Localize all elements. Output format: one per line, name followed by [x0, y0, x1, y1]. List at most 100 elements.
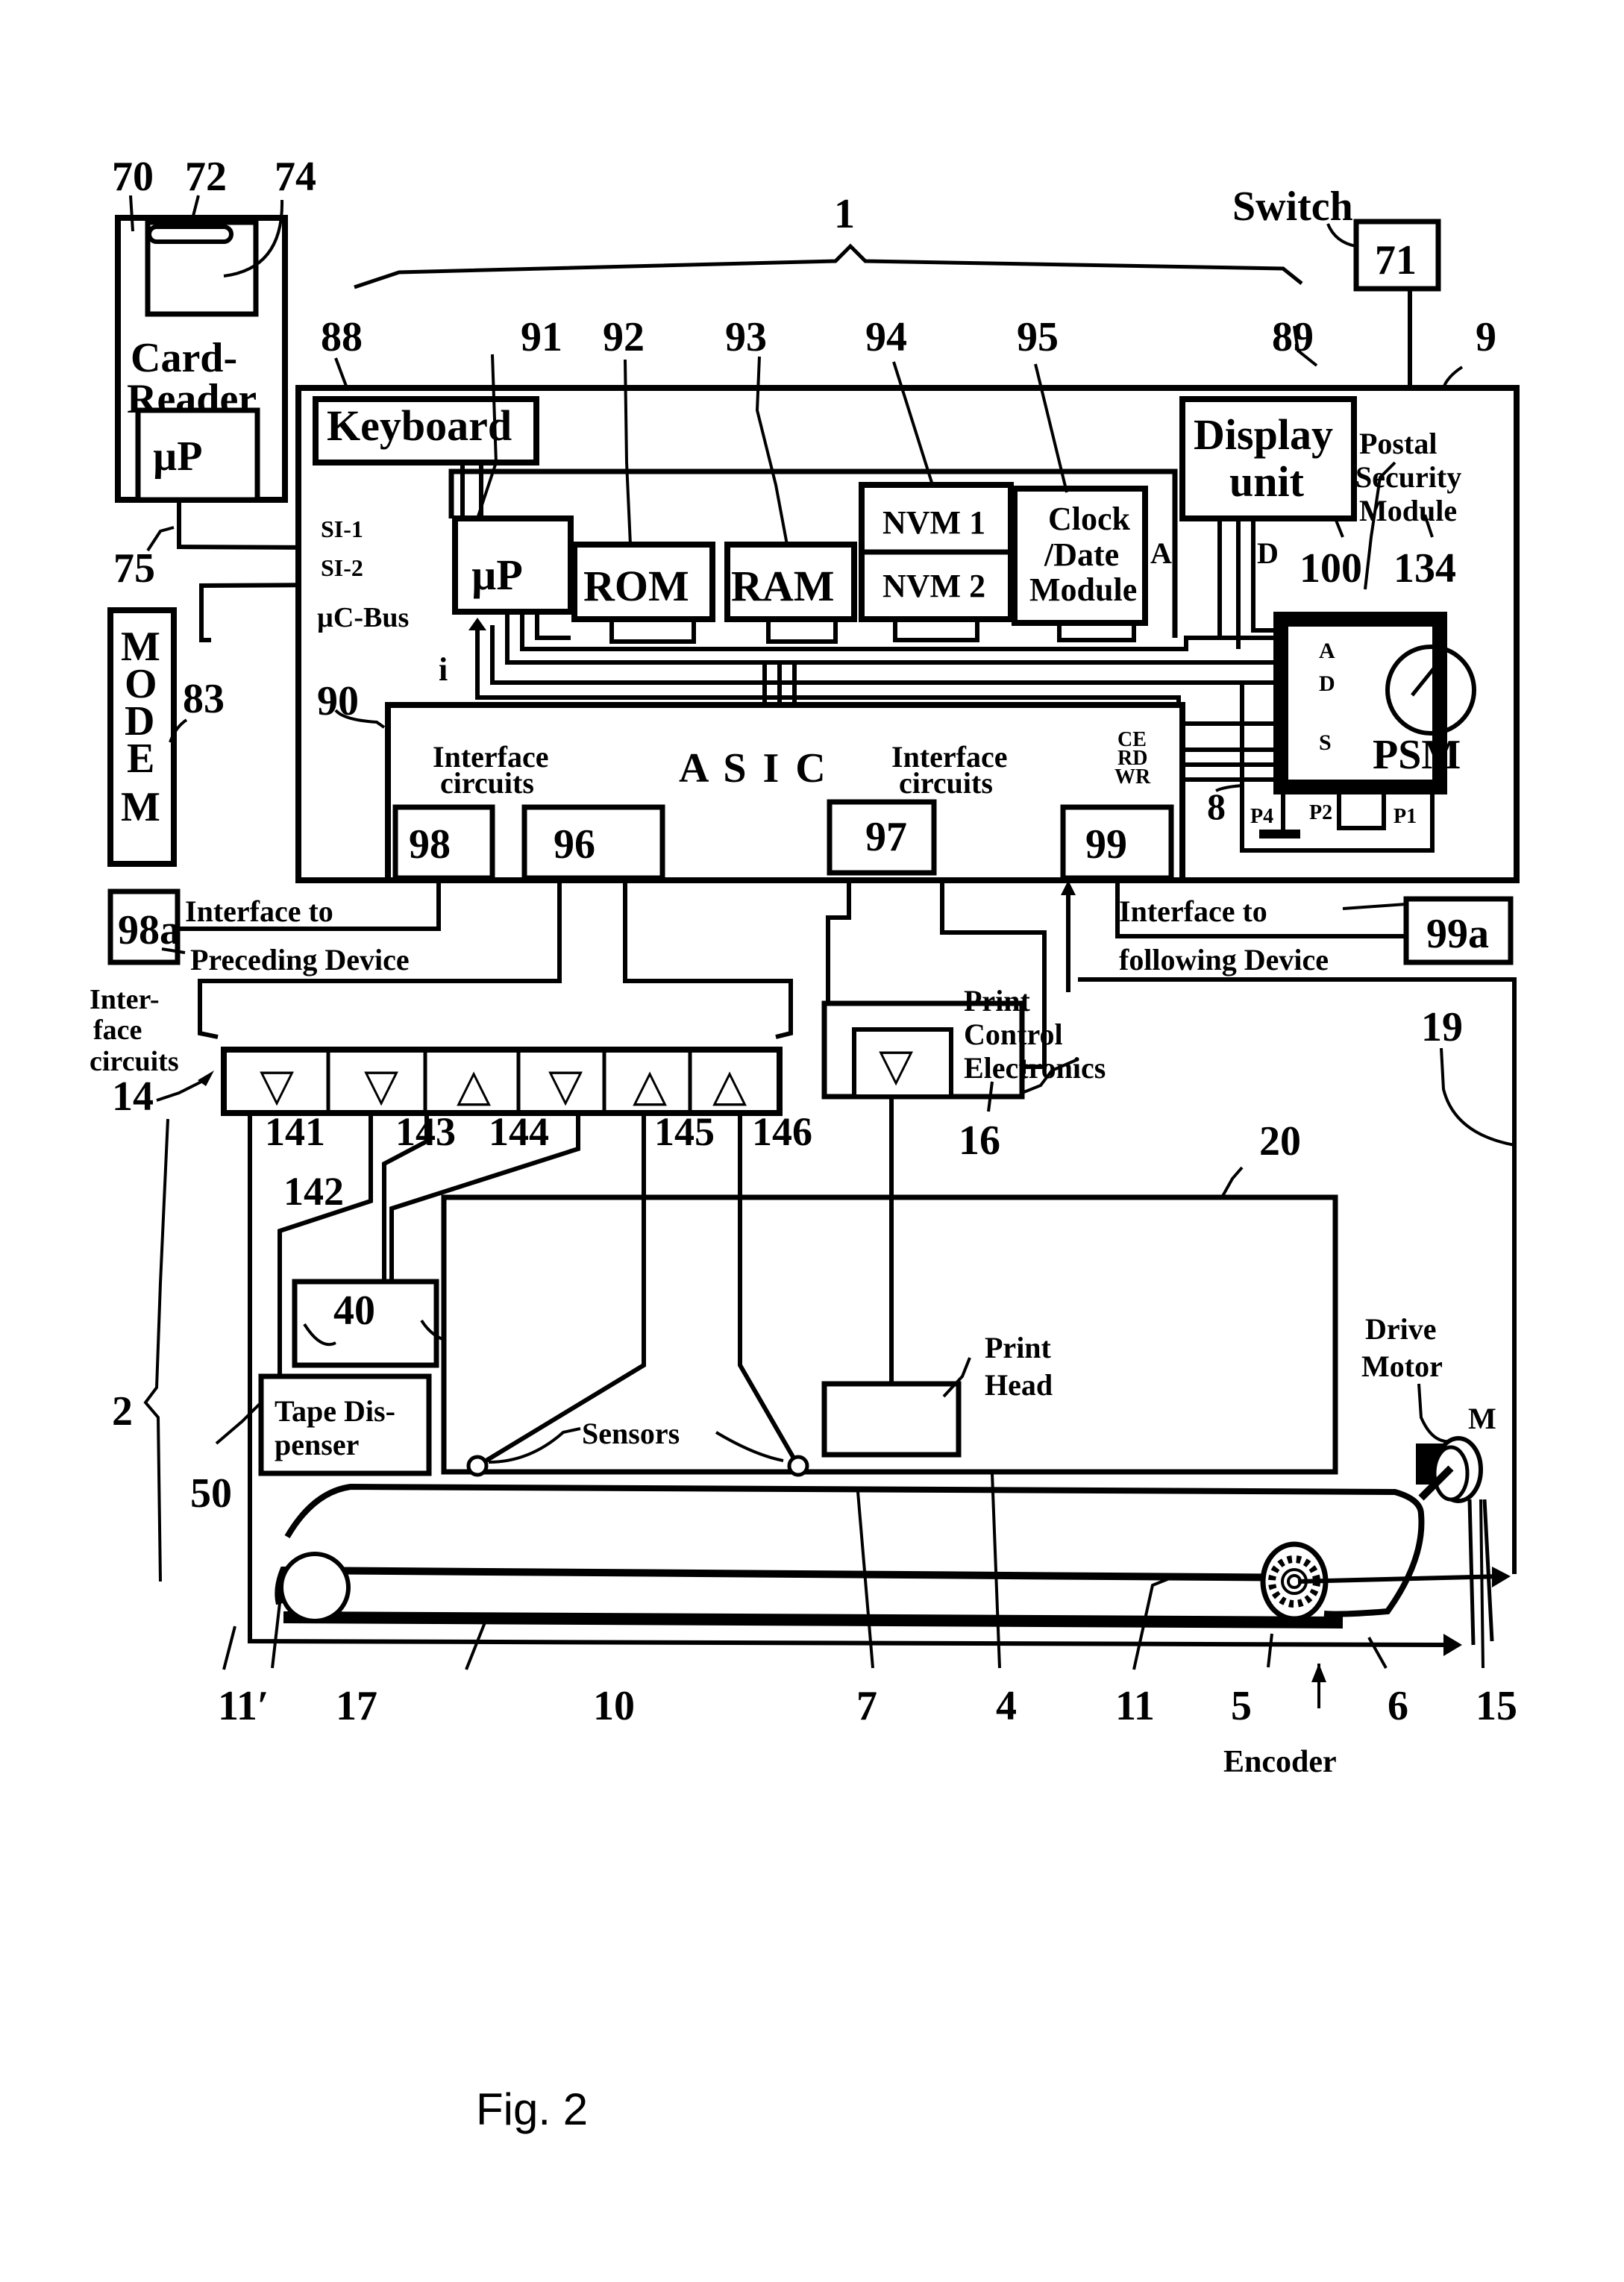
ref-label: 11′: [218, 1683, 269, 1729]
interface-following-label: Interface to: [1119, 894, 1267, 928]
ref-label: 92: [603, 314, 645, 360]
driver-down-icon: ▽: [879, 1041, 913, 1090]
nvm1-label: NVM 1: [882, 504, 985, 541]
encoder-arrow-icon: [1311, 1664, 1326, 1682]
ref-label: 145: [654, 1109, 715, 1154]
ref-label: 88: [321, 314, 363, 360]
keyboard-block[interactable]: Keyboard: [313, 396, 539, 466]
nvm-block[interactable]: NVM 1 NVM 2: [859, 482, 1014, 622]
ref-label: 71: [1375, 237, 1417, 283]
ram-block[interactable]: RAM: [724, 542, 857, 622]
print-control-label: Control: [964, 1018, 1063, 1051]
ref-label: 98a: [118, 907, 181, 953]
ref-label: 141: [265, 1109, 325, 1154]
drive-motor-label: Motor: [1361, 1350, 1443, 1383]
ref-label: 17: [336, 1683, 377, 1729]
display-label: unit: [1229, 457, 1305, 506]
ref-label: 40: [333, 1288, 375, 1334]
interface-circuits-label: circuits: [899, 766, 993, 800]
psm-port-label: P2: [1309, 801, 1332, 824]
interface-preceding-label: Interface to: [185, 894, 333, 928]
sensor-icon: [466, 1455, 489, 1477]
microprocessor-label: µP: [471, 551, 523, 599]
ref-label: 14: [112, 1073, 154, 1120]
ref-label: 50: [190, 1470, 232, 1517]
psm-label: PSM: [1373, 732, 1461, 778]
driver-down-icon: ▽: [548, 1061, 583, 1110]
ref-label: 4: [996, 1683, 1017, 1729]
card-reader-label: Card-: [131, 335, 237, 381]
ref-label: 96: [554, 821, 595, 868]
psm-pin-label: D: [1319, 671, 1335, 696]
psm-caption: Security: [1355, 460, 1461, 494]
patent-block-diagram: 1 Card- Reader µP 70 72 74 75 Switch 71 …: [90, 154, 1520, 2134]
print-control-label: Electronics: [964, 1051, 1106, 1085]
ref-label: 74: [275, 154, 316, 200]
interrupt-label: i: [439, 651, 448, 688]
encoder-label: Encoder: [1223, 1745, 1337, 1779]
modem-letter: E: [127, 736, 154, 782]
ref-label: 146: [752, 1109, 812, 1154]
keyboard-label: Keyboard: [327, 401, 512, 450]
ref-label: 95: [1017, 314, 1059, 360]
modem-letter: M: [121, 784, 160, 830]
print-head: [821, 1381, 962, 1458]
driver-down-icon: ▽: [364, 1061, 398, 1110]
ref-label: 99: [1085, 821, 1127, 868]
ref-label: 75: [113, 545, 155, 592]
ref-label: 83: [183, 676, 225, 722]
idler-roller-icon: [279, 1552, 351, 1623]
print-control-label: Print: [964, 984, 1031, 1018]
ram-label: RAM: [731, 562, 835, 610]
arrow-icon: [1492, 1567, 1511, 1587]
ref-label: 91: [521, 314, 562, 360]
ref-label: 2: [112, 1388, 133, 1435]
interface-circuits-label: Inter-: [90, 984, 160, 1015]
postal-security-module[interactable]: A D S PSM: [1273, 612, 1476, 794]
modem[interactable]: M O D E M: [107, 607, 177, 867]
control-signal-label: WR: [1114, 765, 1151, 789]
ref-label: 15: [1476, 1683, 1517, 1729]
conveyor-belt: [275, 1483, 1425, 1629]
serial-interface-label: SI-2: [321, 554, 363, 581]
interface-circuits-label: face: [93, 1015, 142, 1046]
ref-label: 142: [283, 1169, 344, 1214]
rom-block[interactable]: ROM: [571, 542, 715, 622]
ref-label: 20: [1259, 1118, 1301, 1164]
display-unit[interactable]: Display unit: [1179, 396, 1357, 521]
card-reader-cpu: µP: [153, 433, 202, 480]
ref-label: 94: [865, 314, 907, 360]
serial-interface-label: SI-1: [321, 515, 363, 542]
ref-label: 10: [593, 1683, 635, 1729]
sensors-label: Sensors: [582, 1417, 680, 1450]
card-slot-icon: [147, 225, 233, 244]
driver-up-icon: △: [712, 1061, 747, 1110]
nvm2-label: NVM 2: [882, 568, 985, 604]
clock-date-module[interactable]: Clock /Date Module: [1012, 486, 1148, 626]
address-bus-label: A: [1150, 536, 1172, 570]
sensor-icon: [787, 1455, 809, 1477]
ground-icon: [1259, 830, 1300, 838]
ref-label: 97: [865, 814, 907, 860]
ref-label: 5: [1231, 1683, 1252, 1729]
ref-label: 1: [834, 191, 855, 237]
figure-caption: Fig. 2: [476, 2084, 588, 2134]
psm-pin-label: S: [1319, 730, 1332, 755]
drive-motor-label: Drive: [1365, 1312, 1437, 1346]
ref-label: 100: [1299, 545, 1362, 592]
ref-label: 7: [856, 1683, 877, 1729]
ref-label: 144: [489, 1109, 549, 1154]
microprocessor[interactable]: µP: [452, 515, 574, 615]
psm-pin-label: A: [1319, 639, 1335, 663]
driver-up-icon: △: [457, 1061, 491, 1110]
driver-bank: [221, 1047, 783, 1116]
interface-preceding-label: Preceding Device: [190, 943, 410, 977]
driver-up-icon: △: [633, 1061, 667, 1110]
ref-label: 89: [1272, 314, 1314, 360]
clock-label: /Date: [1044, 536, 1119, 573]
interface-circuits-label: circuits: [440, 766, 534, 800]
interface-circuits-label: circuits: [90, 1046, 179, 1077]
ref-label: 134: [1393, 545, 1456, 592]
ref-label: 93: [725, 314, 767, 360]
tape-dispenser-label: Tape Dis-: [275, 1394, 395, 1428]
